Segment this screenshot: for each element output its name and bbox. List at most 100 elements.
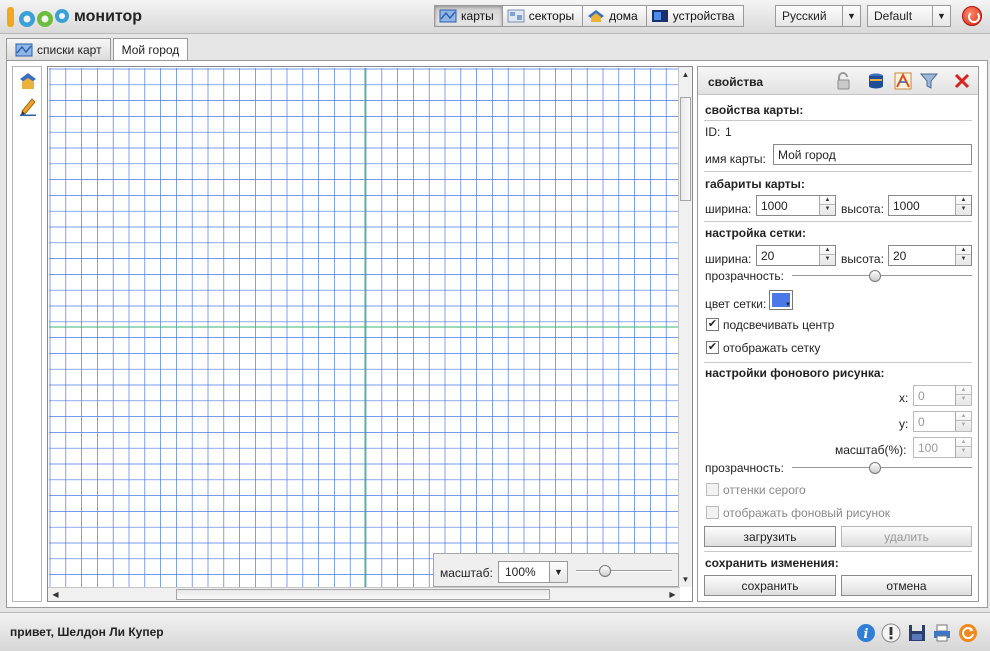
- chevron-down-icon: ▼: [785, 302, 791, 308]
- zoom-control: масштаб: 100% ▼: [433, 553, 679, 587]
- bg-scale-stepper[interactable]: 100 ▲ ▼: [913, 437, 972, 458]
- stepper-buttons[interactable]: ▲ ▼: [955, 412, 971, 431]
- scroll-right-icon[interactable]: ▶: [666, 588, 679, 601]
- upload-button[interactable]: загрузить: [704, 526, 836, 547]
- chevron-up-icon[interactable]: ▲: [956, 386, 971, 395]
- map-width-stepper[interactable]: 1000 ▲ ▼: [756, 195, 836, 216]
- zoom-slider-knob[interactable]: [598, 565, 611, 577]
- map-width-label: ширина:: [705, 202, 752, 216]
- chevron-down-icon[interactable]: ▼: [956, 255, 971, 264]
- scroll-down-icon[interactable]: ▼: [679, 573, 692, 586]
- tab-map-list[interactable]: списки карт: [6, 38, 111, 60]
- bg-y-value: 0: [918, 415, 925, 429]
- grayscale-checkbox[interactable]: [706, 483, 719, 496]
- horizontal-scroll-thumb[interactable]: [176, 589, 550, 600]
- grid-color-picker[interactable]: ▼: [769, 290, 793, 310]
- delete-button[interactable]: удалить: [841, 526, 972, 547]
- bg-scale-value: 100: [918, 441, 939, 455]
- map-height-stepper[interactable]: 1000 ▲ ▼: [888, 195, 972, 216]
- nav-maps-button[interactable]: карты: [434, 5, 503, 27]
- chevron-down-icon[interactable]: ▼: [956, 205, 971, 214]
- stepper-buttons[interactable]: ▲ ▼: [955, 438, 971, 457]
- cancel-button[interactable]: отмена: [841, 575, 972, 596]
- nav-houses-button[interactable]: дома: [582, 5, 647, 27]
- map-name-value: Мой город: [778, 147, 836, 162]
- chevron-up-icon[interactable]: ▲: [956, 412, 971, 421]
- zoom-select[interactable]: 100% ▼: [498, 561, 568, 583]
- background-settings-title: настройки фонового рисунка:: [705, 366, 885, 380]
- save-button[interactable]: сохранить: [704, 575, 836, 596]
- chevron-up-icon[interactable]: ▲: [956, 196, 971, 205]
- app-title: монитор: [74, 8, 143, 25]
- bg-y-stepper[interactable]: 0 ▲ ▼: [913, 411, 972, 432]
- grid-color-label: цвет сетки:: [705, 297, 767, 311]
- grid-height-stepper[interactable]: 20 ▲ ▼: [888, 245, 972, 266]
- stepper-buttons[interactable]: ▲ ▼: [819, 196, 835, 215]
- grid-width-stepper[interactable]: 20 ▲ ▼: [756, 245, 836, 266]
- nav-houses-label: дома: [609, 9, 638, 23]
- info-icon[interactable]: i: [856, 623, 876, 643]
- refresh-icon[interactable]: [958, 623, 978, 643]
- database-icon[interactable]: [867, 72, 885, 90]
- save-icon[interactable]: [907, 623, 927, 643]
- theme-select[interactable]: Default ▼: [867, 5, 951, 27]
- print-icon[interactable]: [932, 623, 952, 643]
- filter-icon[interactable]: [920, 72, 938, 90]
- chevron-up-icon[interactable]: ▲: [956, 246, 971, 255]
- nav-sectors-button[interactable]: секторы: [501, 5, 584, 27]
- chevron-down-icon[interactable]: ▼: [820, 205, 835, 214]
- language-select[interactable]: Русский ▼: [775, 5, 861, 27]
- show-grid-label: отображать сетку: [723, 341, 821, 355]
- divider: [704, 362, 972, 363]
- chevron-down-icon[interactable]: ▼: [956, 421, 971, 430]
- stepper-buttons[interactable]: ▲ ▼: [955, 386, 971, 405]
- highlight-center-checkbox[interactable]: [706, 318, 719, 331]
- divider: [704, 171, 972, 172]
- grid-opacity-knob[interactable]: [868, 270, 881, 282]
- theme-value: Default: [874, 9, 913, 23]
- grid-width-value: 20: [761, 249, 775, 263]
- tab-my-city[interactable]: Мой город: [112, 38, 189, 61]
- bg-opacity-slider[interactable]: [792, 467, 972, 469]
- nav-devices-button[interactable]: устройства: [645, 5, 744, 27]
- show-background-label: отображать фоновый рисунок: [723, 506, 890, 520]
- close-icon[interactable]: [953, 72, 971, 90]
- edit-map-icon[interactable]: [894, 72, 912, 90]
- show-background-checkbox[interactable]: [706, 506, 719, 519]
- chevron-up-icon[interactable]: ▲: [820, 196, 835, 205]
- layers-icon[interactable]: [18, 71, 38, 91]
- alert-icon[interactable]: [881, 623, 901, 643]
- properties-panel: свойства свойства карты: ID: 1 имя карты…: [697, 66, 979, 602]
- map-height-value: 1000: [893, 199, 920, 213]
- chevron-down-icon[interactable]: ▼: [956, 395, 971, 404]
- chevron-up-icon[interactable]: ▲: [956, 438, 971, 447]
- chevron-up-icon[interactable]: ▲: [820, 246, 835, 255]
- map-size-title: габариты карты:: [705, 177, 805, 191]
- zoom-slider[interactable]: [576, 570, 672, 572]
- zoom-label: масштаб:: [440, 566, 493, 580]
- chevron-down-icon: ▼: [549, 562, 567, 582]
- scroll-left-icon[interactable]: ◀: [49, 588, 62, 601]
- chevron-down-icon[interactable]: ▼: [956, 447, 971, 456]
- stepper-buttons[interactable]: ▲ ▼: [955, 196, 971, 215]
- show-grid-checkbox[interactable]: [706, 341, 719, 354]
- map-canvas[interactable]: ▲ ▼ ◀ ▶: [47, 66, 693, 602]
- stepper-buttons[interactable]: ▲ ▼: [955, 246, 971, 265]
- stepper-buttons[interactable]: ▲ ▼: [819, 246, 835, 265]
- vertical-scroll-thumb[interactable]: [680, 97, 691, 201]
- status-bar: привет, Шелдон Ли Купер i: [0, 612, 990, 651]
- horizontal-scrollbar[interactable]: ◀ ▶: [48, 587, 680, 601]
- bg-x-stepper[interactable]: 0 ▲ ▼: [913, 385, 972, 406]
- bg-x-value: 0: [918, 389, 925, 403]
- vertical-scrollbar[interactable]: ▲ ▼: [678, 67, 692, 587]
- lock-icon[interactable]: [834, 72, 852, 90]
- bg-opacity-knob[interactable]: [868, 462, 881, 474]
- map-grid[interactable]: [49, 68, 679, 587]
- grid-opacity-slider[interactable]: [792, 275, 972, 277]
- logout-icon[interactable]: [962, 6, 982, 26]
- scroll-up-icon[interactable]: ▲: [679, 68, 692, 81]
- save-changes-title: сохранить изменения:: [705, 556, 839, 570]
- chevron-down-icon[interactable]: ▼: [820, 255, 835, 264]
- pencil-icon[interactable]: [18, 96, 38, 116]
- map-name-input[interactable]: Мой город: [773, 144, 972, 165]
